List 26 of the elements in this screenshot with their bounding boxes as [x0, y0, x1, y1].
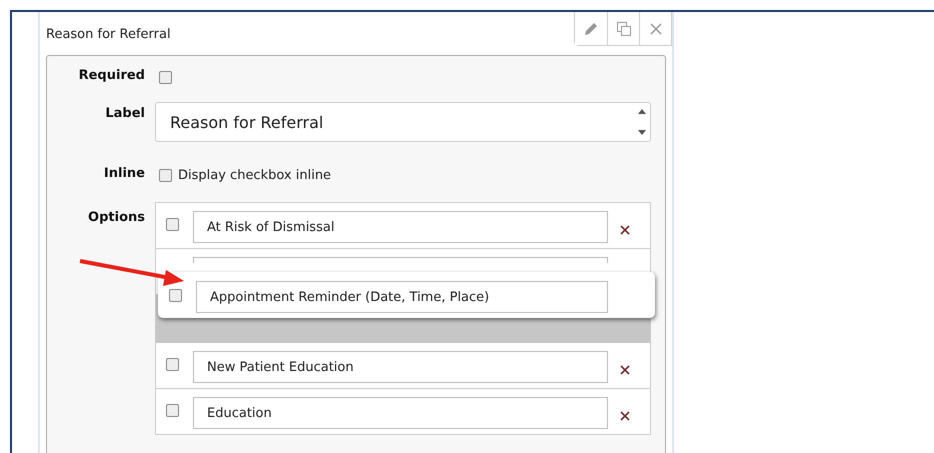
- checkbox[interactable]: [166, 218, 179, 231]
- checkbox[interactable]: [166, 358, 179, 371]
- option-field[interactable]: Education: [193, 397, 608, 429]
- option-field[interactable]: Appointment Reminder (Date, Time, Place): [196, 281, 608, 313]
- field-label: Required: [78, 68, 146, 83]
- panel-title: Reason for Referral: [46, 26, 171, 42]
- close-icon: [650, 22, 662, 34]
- field-label: Label: [104, 106, 146, 121]
- field-label: Options: [87, 210, 146, 225]
- checkbox-label: Display checkbox inline: [178, 168, 332, 183]
- spinner-arrows-icon: [638, 107, 646, 137]
- option-field[interactable]: [193, 257, 608, 263]
- option-field[interactable]: New Patient Education: [193, 351, 608, 383]
- checkbox[interactable]: [159, 169, 172, 182]
- checkbox[interactable]: [159, 71, 172, 84]
- remove-icon[interactable]: [620, 365, 630, 375]
- remove-icon[interactable]: [620, 225, 630, 235]
- pencil-icon: [583, 20, 599, 36]
- field-label: Inline: [102, 166, 146, 181]
- copy-icon: [616, 20, 632, 36]
- dragged-option[interactable]: Appointment Reminder (Date, Time, Place): [158, 272, 655, 318]
- label-field[interactable]: Reason for Referral: [155, 102, 651, 142]
- remove-icon[interactable]: [620, 411, 630, 421]
- checkbox[interactable]: [169, 289, 182, 302]
- checkbox[interactable]: [166, 404, 179, 417]
- option-field[interactable]: At Risk of Dismissal: [193, 211, 608, 243]
